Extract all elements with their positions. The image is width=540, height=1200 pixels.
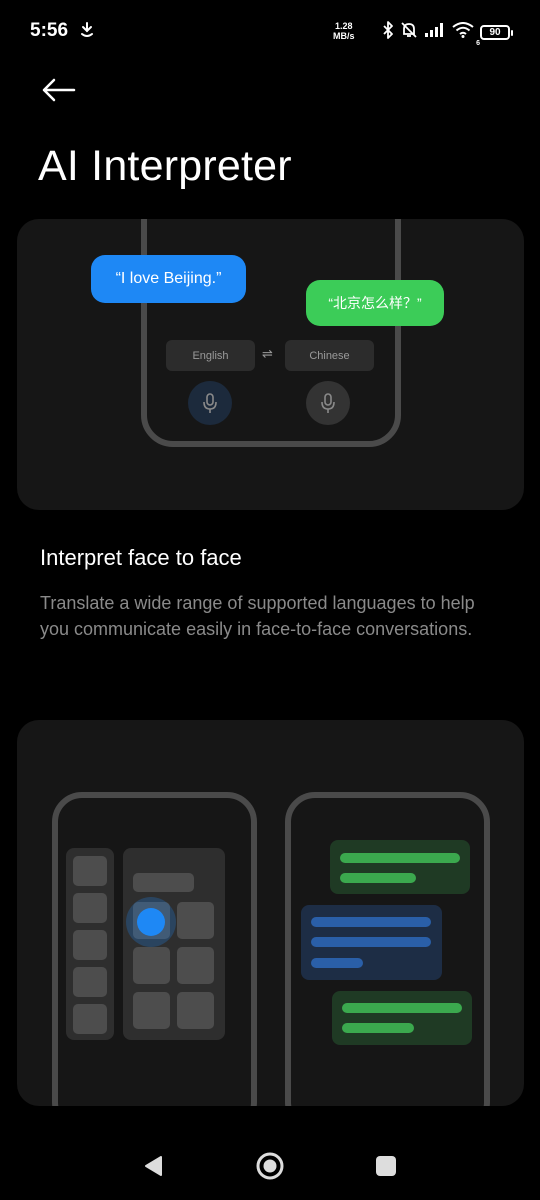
- chat-line: [342, 1003, 462, 1013]
- download-icon: [80, 22, 94, 43]
- app-tile: [73, 1004, 107, 1034]
- app-tile: [73, 856, 107, 886]
- nav-home-button[interactable]: [250, 1151, 290, 1185]
- app-tile: [177, 947, 214, 984]
- chinese-speech-bubble: “北京怎么样？”: [306, 280, 444, 326]
- app-tile: [133, 947, 170, 984]
- wifi-label: 6: [476, 40, 480, 47]
- english-speech-bubble: “I love Beijing.”: [91, 255, 246, 303]
- chat-line: [311, 937, 431, 947]
- status-bar: 5:56 1.28 MB/s 6 90: [0, 0, 540, 64]
- net-speed: 1.28 MB/s: [333, 21, 355, 41]
- back-triangle-icon: [143, 1155, 163, 1182]
- signal-icon: [424, 22, 446, 43]
- chat-bubble-green: [330, 840, 470, 894]
- section-description: Translate a wide range of supported lang…: [40, 593, 475, 639]
- app-tile: [177, 902, 214, 939]
- wifi-icon: 6: [452, 22, 480, 47]
- swap-icon: ⇌: [262, 346, 273, 361]
- home-circle-icon: [255, 1151, 285, 1186]
- mic-icon: [306, 381, 350, 425]
- tap-indicator: [137, 908, 165, 936]
- nav-recents-button[interactable]: [366, 1151, 406, 1185]
- back-button[interactable]: [34, 74, 82, 110]
- section-heading: Interpret face to face: [40, 545, 242, 570]
- bell-off-icon: [400, 21, 418, 44]
- battery-icon: 90: [480, 25, 513, 40]
- phone-frame: [141, 219, 401, 447]
- net-speed-unit: MB/s: [333, 31, 355, 41]
- net-speed-value: 1.28: [334, 21, 353, 31]
- app-tile: [133, 992, 170, 1029]
- title-bar-block: [133, 873, 194, 892]
- mic-icon: [188, 381, 232, 425]
- chat-line: [311, 917, 431, 927]
- app-tile: [73, 967, 107, 997]
- app-tile: [73, 930, 107, 960]
- interpret-illustration-card: “I love Beijing.” “北京怎么样？” English ⇌ Chi…: [17, 219, 524, 510]
- arrow-left-icon: [40, 78, 76, 107]
- battery-level: 90: [489, 27, 501, 38]
- app-tile: [73, 893, 107, 923]
- language-english-pill: English: [166, 340, 255, 371]
- app-tile: [177, 992, 214, 1029]
- chat-line: [311, 958, 363, 968]
- status-icons: 6 90: [382, 21, 513, 47]
- recents-square-icon: [375, 1155, 397, 1182]
- navigation-bar: [0, 1135, 540, 1200]
- page-title: AI Interpreter: [38, 142, 292, 190]
- split-screen-illustration-card: [17, 720, 524, 1106]
- nav-back-button[interactable]: [133, 1151, 173, 1185]
- chat-line: [340, 873, 416, 883]
- chat-bubble-green: [332, 991, 472, 1045]
- chat-line: [340, 853, 460, 863]
- bluetooth-icon: [382, 21, 394, 44]
- chat-line: [342, 1023, 414, 1033]
- status-time: 5:56: [30, 20, 69, 41]
- language-chinese-pill: Chinese: [285, 340, 374, 371]
